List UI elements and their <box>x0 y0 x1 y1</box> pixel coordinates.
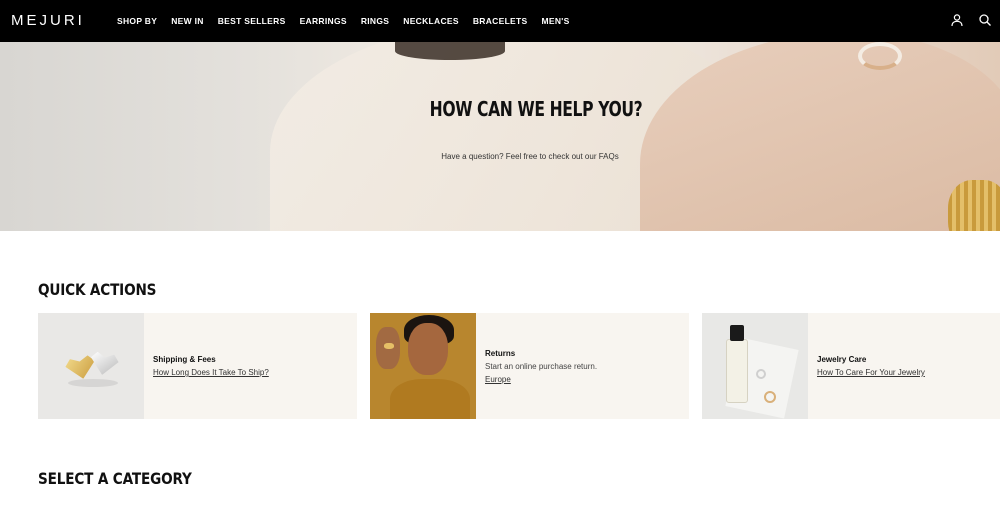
account-icon[interactable] <box>950 13 964 27</box>
search-icon[interactable] <box>978 13 992 27</box>
returns-europe-link[interactable]: Europe <box>485 375 597 384</box>
select-category-title: SELECT A CATEGORY <box>38 469 192 488</box>
earrings-image <box>38 313 144 419</box>
main-menu: SHOP BY NEW IN BEST SELLERS EARRINGS RIN… <box>117 0 584 42</box>
nav-item-mens[interactable]: MEN'S <box>542 16 570 26</box>
nav-item-new-in[interactable]: NEW IN <box>171 16 204 26</box>
hero-subtitle: Have a question? Feel free to check out … <box>441 152 619 161</box>
hero-title: HOW CAN WE HELP YOU? <box>429 97 643 121</box>
nav-item-bracelets[interactable]: BRACELETS <box>473 16 528 26</box>
nav-item-necklaces[interactable]: NECKLACES <box>403 16 459 26</box>
card-title: Returns <box>485 348 516 358</box>
brand-logo[interactable]: MEJURI <box>11 12 85 29</box>
nav-icons <box>950 13 992 27</box>
nav-item-best-sellers[interactable]: BEST SELLERS <box>218 16 286 26</box>
hero-image-ring <box>858 42 902 70</box>
quick-action-card-shipping[interactable]: Shipping & Fees How Long Does It Take To… <box>38 313 357 419</box>
jewelry-care-image <box>702 313 808 419</box>
hero-image-hair <box>395 42 505 60</box>
nav-item-earrings[interactable]: EARRINGS <box>300 16 347 26</box>
hero-image-bracelet <box>948 180 1000 231</box>
quick-action-card-jewelry-care[interactable]: Jewelry Care How To Care For Your Jewelr… <box>702 313 1000 419</box>
nav-item-shop-by[interactable]: SHOP BY <box>117 16 157 26</box>
quick-actions-title: QUICK ACTIONS <box>38 280 157 299</box>
quick-action-card-returns[interactable]: Returns Start an online purchase return.… <box>370 313 689 419</box>
card-description: Start an online purchase return. <box>485 361 598 371</box>
card-title: Shipping & Fees <box>153 355 216 364</box>
shipping-link[interactable]: How Long Does It Take To Ship? <box>153 368 269 377</box>
nav-item-rings[interactable]: RINGS <box>361 16 389 26</box>
jewelry-care-link[interactable]: How To Care For Your Jewelry <box>817 368 925 377</box>
hero-banner <box>0 42 1000 231</box>
model-image <box>370 313 476 419</box>
card-title: Jewelry Care <box>817 355 867 364</box>
top-navigation: MEJURI SHOP BY NEW IN BEST SELLERS EARRI… <box>0 0 1000 42</box>
